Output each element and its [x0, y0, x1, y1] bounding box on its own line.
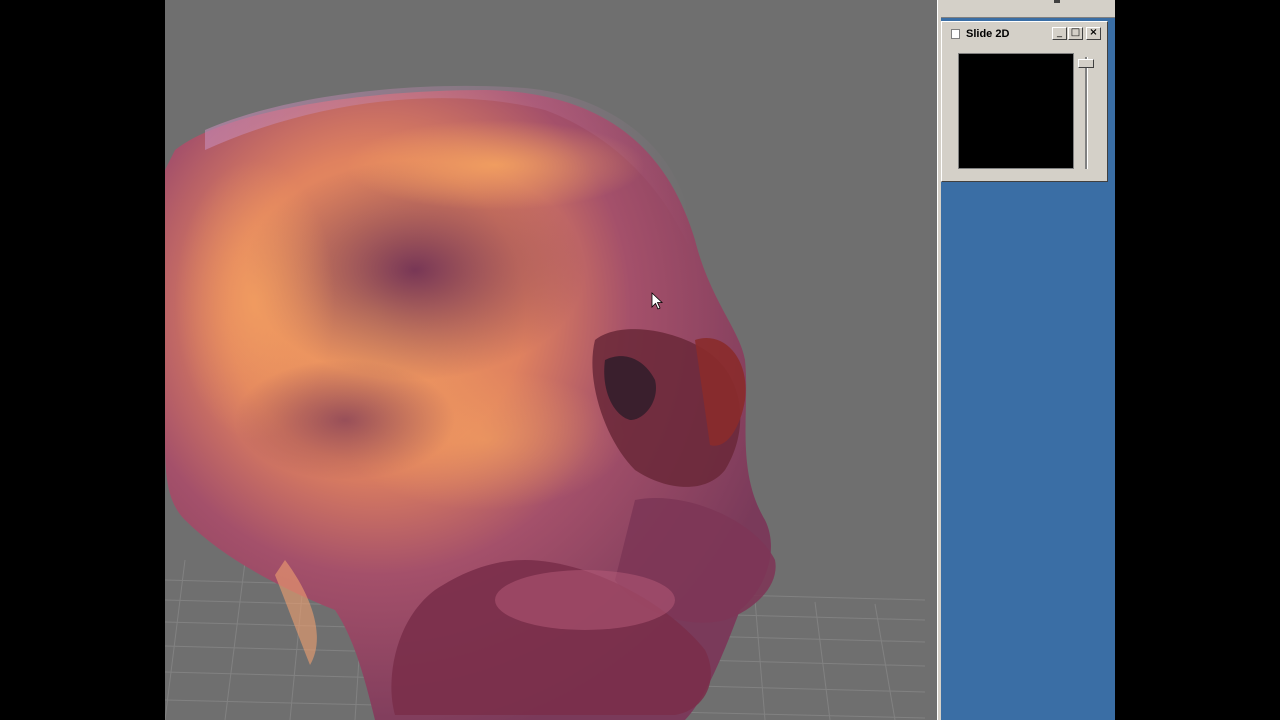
- top-toolbar-strip: [941, 0, 1115, 18]
- window-titlebar[interactable]: Slide 2D _ □ ×: [945, 25, 1102, 43]
- close-button[interactable]: ×: [1086, 27, 1101, 40]
- toolbar-grip[interactable]: [1054, 0, 1060, 3]
- letterbox-left: [0, 0, 165, 720]
- slice-preview[interactable]: [958, 53, 1074, 169]
- window-buttons: _ □ ×: [1052, 27, 1101, 40]
- window-title: Slide 2D: [966, 28, 1010, 40]
- letterbox-right: [1115, 0, 1280, 720]
- maximize-button[interactable]: □: [1068, 27, 1083, 40]
- window-icon[interactable]: [951, 29, 960, 39]
- slice-slider-thumb[interactable]: [1078, 59, 1094, 68]
- slide-2d-window: Slide 2D _ □ ×: [941, 21, 1108, 182]
- volume-render-canvas[interactable]: [165, 0, 937, 720]
- 3d-viewport[interactable]: [165, 0, 937, 720]
- minimize-button[interactable]: _: [1052, 27, 1067, 40]
- slice-slider-track[interactable]: [1085, 57, 1088, 169]
